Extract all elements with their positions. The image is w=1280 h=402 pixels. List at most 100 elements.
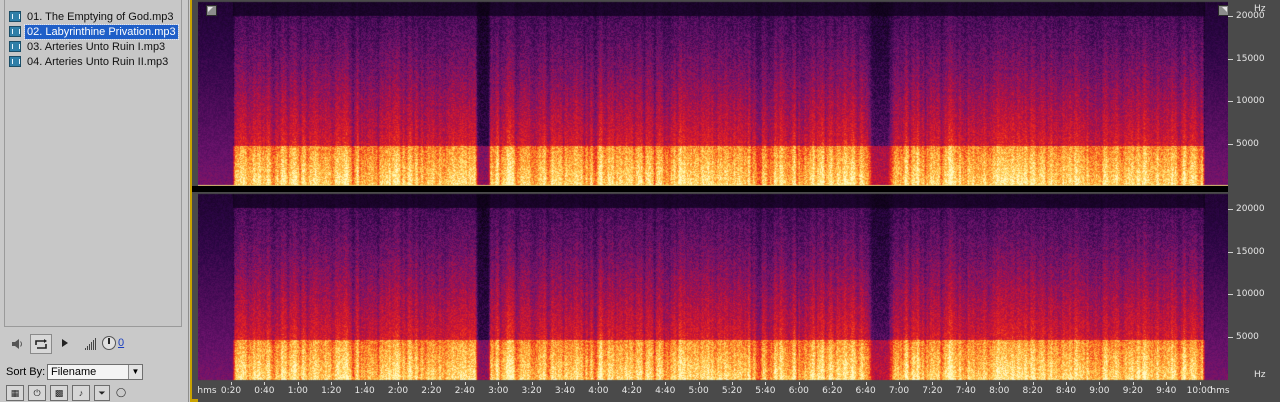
volume-value[interactable]: 0 [118,337,124,349]
time-label: 1:40 [354,386,375,396]
file-name: 01. The Emptying of God.mp3 [27,11,174,23]
link-icon[interactable]: ◯ [112,385,130,401]
spectral-view: Hz 20000 15000 10000 5000 20000 15000 10… [190,0,1280,402]
file-name: 04. Arteries Unto Ruin II.mp3 [27,56,169,68]
time-label: 6:00 [788,386,809,396]
time-tick [565,382,566,385]
sort-select[interactable]: Filename ▼ [47,364,143,380]
frequency-ruler: Hz 20000 15000 10000 5000 20000 15000 10… [1228,0,1280,382]
file-item[interactable]: 02. Labyrinthine Privation.mp3 [9,24,179,40]
power-icon[interactable]: ⏻ [28,385,46,401]
filter-icon[interactable]: ⏷ [94,385,110,401]
time-label: 4:00 [588,386,609,396]
time-label: 9:40 [1156,386,1177,396]
files-panel: 01. The Emptying of God.mp3 02. Labyrint… [0,0,189,402]
freq-label: 5000 [1236,332,1259,342]
audio-file-icon [9,11,21,22]
time-tick [865,382,867,385]
film-icon[interactable]: ▩ [50,385,68,401]
time-label: 0:40 [254,386,275,396]
time-label: 2:00 [387,386,409,396]
time-tick [1099,382,1101,385]
time-unit-label: hms [197,386,217,396]
freq-label: 10000 [1236,96,1265,106]
loop-button[interactable] [30,334,52,354]
time-tick [732,382,733,385]
time-label: 7:00 [888,386,910,396]
loop-icon [35,339,47,349]
time-label: 9:20 [1122,386,1143,396]
file-item[interactable]: 04. Arteries Unto Ruin II.mp3 [9,55,170,69]
time-tick [598,382,600,385]
time-label: 2:40 [454,386,475,396]
time-tick [1166,382,1168,385]
sort-label: Sort By: [6,366,46,378]
chevron-down-icon: ▼ [128,365,142,379]
freq-label: 20000 [1236,11,1265,21]
time-tick [531,382,533,385]
time-tick [297,382,299,385]
time-tick [498,382,500,385]
time-tick [798,382,800,385]
time-label: 5:00 [688,386,709,396]
time-label: 2:20 [421,386,442,396]
import-icon[interactable]: ▦ [6,385,24,401]
sort-row: Sort By: Filename ▼ [4,364,184,382]
time-tick [231,382,232,385]
time-tick [698,382,700,385]
freq-label: 20000 [1236,204,1265,214]
time-tick [665,382,667,385]
time-label: 1:20 [321,386,342,396]
time-label: 1:00 [287,386,308,396]
time-tick [331,382,333,385]
freq-unit-label: Hz [1254,370,1266,380]
file-item[interactable]: 01. The Emptying of God.mp3 [9,10,176,24]
time-ruler: hms 0:20 0:40 1:00 1:20 1:40 2:00 2:20 2:40 3:00 3… [197,382,1230,402]
time-label: 6:20 [822,386,843,396]
sort-selected-value: Filename [51,366,97,378]
time-tick [765,382,767,385]
file-name: 03. Arteries Unto Ruin I.mp3 [27,41,166,53]
time-tick [932,382,934,385]
time-label: 0:20 [220,386,242,396]
time-label: 4:20 [621,386,642,396]
play-icon[interactable] [62,339,68,347]
time-tick [832,382,834,385]
time-label: 9:00 [1089,386,1110,396]
time-label: 8:00 [989,386,1010,396]
time-tick [899,382,900,385]
zoom-corner-left-icon[interactable] [206,5,217,16]
time-tick [464,382,466,385]
time-label: 8:20 [1022,386,1043,396]
time-unit-label: hms [1210,386,1230,396]
speaker-icon[interactable] [10,337,24,351]
bottom-toolbar: ▦ ⏻ ▩ ♪ ⏷ ◯ [4,385,184,402]
time-label: 3:20 [521,386,542,396]
audio-file-icon [9,56,21,67]
time-tick [965,382,967,385]
freq-label: 10000 [1236,289,1265,299]
file-item[interactable]: 03. Arteries Unto Ruin I.mp3 [9,40,167,54]
music-note-icon[interactable]: ♪ [72,385,90,401]
audio-file-icon [9,26,21,37]
time-tick [631,382,633,385]
time-label: 8:40 [1055,386,1077,396]
freq-label: 5000 [1236,139,1259,149]
time-tick [1132,382,1134,385]
volume-meter-icon [84,338,98,350]
channel-separator [192,186,1228,192]
time-tick [364,382,366,385]
freq-label: 15000 [1236,247,1265,257]
time-label: 6:40 [855,386,876,396]
time-label: 5:40 [755,386,776,396]
file-list[interactable]: 01. The Emptying of God.mp3 02. Labyrint… [4,0,182,327]
time-label: 3:40 [554,386,576,396]
time-tick [1066,382,1067,385]
time-label: 10:00 [1186,386,1213,396]
time-label: 3:00 [488,386,509,396]
volume-knob-icon[interactable] [102,336,116,350]
audio-file-icon [9,41,21,52]
time-tick [431,382,433,385]
time-tick [1032,382,1034,385]
time-tick [398,382,399,385]
